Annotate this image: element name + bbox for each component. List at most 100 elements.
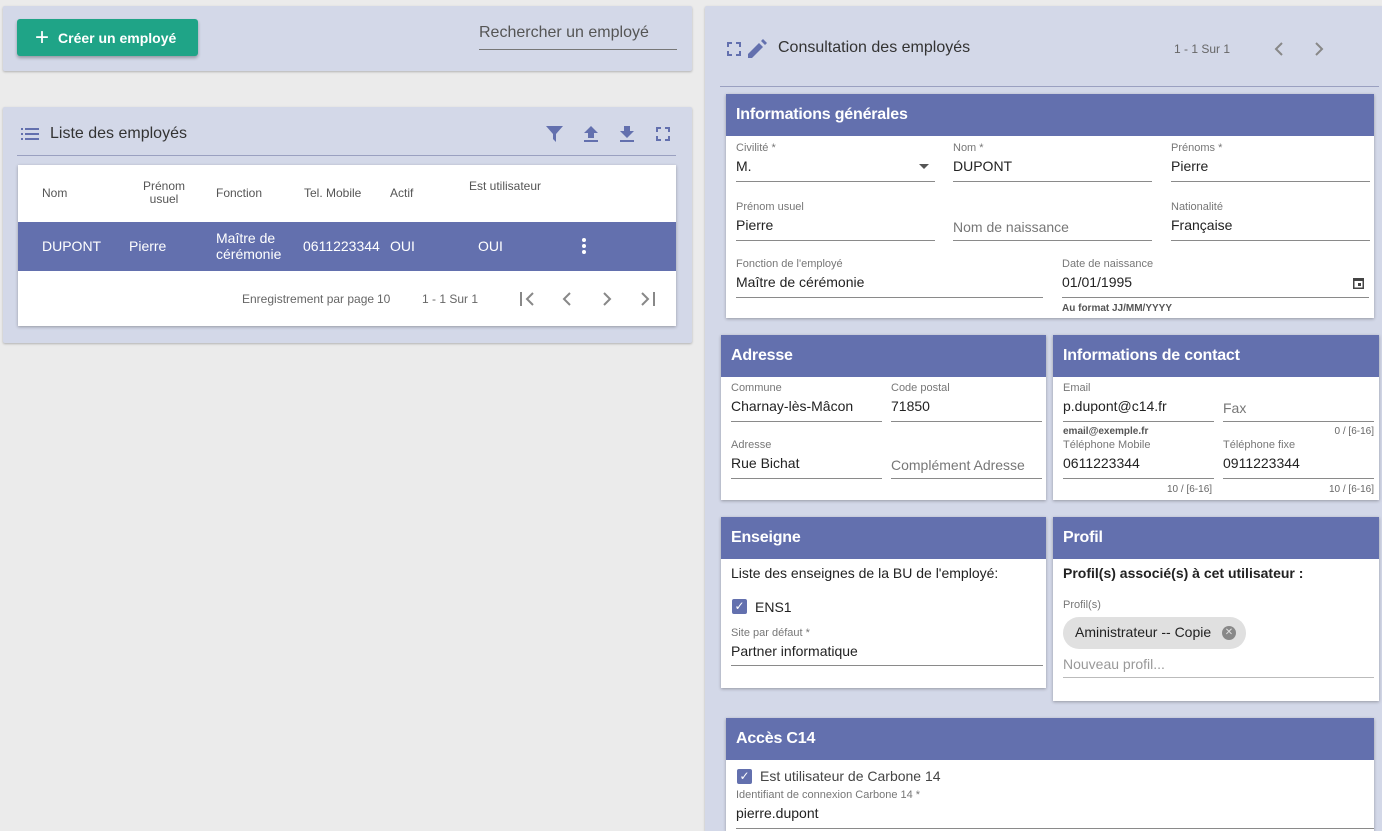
per-page-label: Enregistrement par page bbox=[242, 292, 375, 306]
email-hint: email@exemple.fr bbox=[1063, 426, 1149, 437]
calendar-icon[interactable] bbox=[1353, 277, 1364, 289]
fixe-counter: 10 / [6-16] bbox=[1328, 484, 1374, 495]
civilite-label: Civilité * bbox=[736, 142, 776, 154]
adresse-value: Rue Bichat bbox=[731, 455, 800, 471]
nationalite-value: Française bbox=[1171, 217, 1233, 233]
cell-fonction: Maître de cérémonie bbox=[216, 230, 282, 262]
profil-card: Profil Profil(s) associé(s) à cet utilis… bbox=[1053, 517, 1379, 701]
col-header-fonction[interactable]: Fonction bbox=[216, 187, 262, 200]
acces-c14-header: Accès C14 bbox=[726, 718, 1374, 760]
fonction-label: Fonction de l'employé bbox=[736, 258, 843, 270]
search-placeholder: Rechercher un employé bbox=[479, 24, 649, 41]
next-page-icon[interactable] bbox=[601, 292, 613, 306]
detail-title-divider bbox=[720, 86, 1379, 87]
nom-naissance-placeholder: Nom de naissance bbox=[953, 219, 1069, 235]
complement-adresse-placeholder: Complément Adresse bbox=[891, 457, 1025, 473]
email-field[interactable]: Email p.dupont@c14.fr bbox=[1063, 382, 1214, 422]
search-employee-input[interactable]: Rechercher un employé bbox=[479, 24, 677, 50]
first-page-icon[interactable] bbox=[519, 292, 537, 306]
general-info-card: Informations générales Civilité * M. Nom… bbox=[726, 94, 1374, 318]
cell-prenom: Pierre bbox=[129, 238, 167, 254]
prenom-usuel-label: Prénom usuel bbox=[736, 201, 804, 213]
enseigne-header: Enseigne bbox=[721, 517, 1046, 559]
col-header-prenom[interactable]: Prénom usuel bbox=[138, 180, 190, 206]
nom-field[interactable]: Nom * DUPONT bbox=[953, 142, 1152, 182]
new-profil-input[interactable]: Nouveau profil... bbox=[1063, 656, 1374, 678]
site-defaut-select[interactable]: Site par défaut * Partner informatique bbox=[731, 627, 1043, 666]
col-header-utilisateur[interactable]: Est utilisateur bbox=[468, 180, 542, 193]
dropdown-arrow-icon bbox=[919, 164, 929, 169]
fixe-value: 0911223344 bbox=[1223, 455, 1300, 471]
mobile-label: Téléphone Mobile bbox=[1063, 439, 1151, 451]
enseigne-subtitle: Liste des enseignes de la BU de l'employ… bbox=[731, 565, 999, 581]
download-icon[interactable] bbox=[619, 126, 635, 143]
prev-page-icon[interactable] bbox=[561, 292, 573, 306]
contact-header: Informations de contact bbox=[1053, 335, 1379, 377]
email-label: Email bbox=[1063, 382, 1091, 394]
checkbox-ens1[interactable]: ✓ bbox=[732, 599, 747, 614]
col-header-actif[interactable]: Actif bbox=[390, 187, 413, 200]
next-record-icon[interactable] bbox=[1313, 42, 1325, 56]
est-utilisateur-label: Est utilisateur de Carbone 14 bbox=[760, 768, 941, 784]
profil-chip[interactable]: Aministrateur -- Copie ✕ bbox=[1063, 617, 1246, 649]
prenoms-value: Pierre bbox=[1171, 158, 1209, 174]
date-naissance-field[interactable]: Date de naissance 01/01/1995 bbox=[1062, 258, 1369, 298]
commune-value: Charnay-lès-Mâcon bbox=[731, 398, 854, 414]
commune-label: Commune bbox=[731, 382, 782, 394]
prev-record-icon[interactable] bbox=[1273, 42, 1285, 56]
mobile-field[interactable]: Téléphone Mobile 0611223344 bbox=[1063, 439, 1214, 479]
prenom-usuel-field[interactable]: Prénom usuel Pierre bbox=[736, 201, 935, 241]
fullscreen-icon[interactable] bbox=[656, 127, 670, 141]
fax-field[interactable]: Fax bbox=[1223, 382, 1374, 422]
more-vert-icon[interactable] bbox=[582, 238, 586, 254]
cell-nom: DUPONT bbox=[42, 238, 102, 254]
new-profil-placeholder: Nouveau profil... bbox=[1063, 656, 1165, 672]
fixe-field[interactable]: Téléphone fixe 0911223344 bbox=[1223, 439, 1374, 479]
date-naissance-value: 01/01/1995 bbox=[1062, 274, 1133, 290]
checkbox-est-utilisateur[interactable]: ✓ bbox=[737, 769, 752, 784]
upload-icon[interactable] bbox=[583, 126, 599, 143]
col-header-mobile[interactable]: Tel. Mobile bbox=[304, 187, 361, 200]
code-postal-field[interactable]: Code postal 71850 bbox=[891, 382, 1042, 422]
adresse-field[interactable]: Adresse Rue Bichat bbox=[731, 439, 882, 479]
create-employee-label: Créer un employé bbox=[58, 29, 177, 46]
filter-icon[interactable] bbox=[546, 126, 563, 142]
remove-chip-icon[interactable]: ✕ bbox=[1222, 626, 1236, 640]
create-employee-button[interactable]: + Créer un employé bbox=[17, 19, 198, 56]
employee-table: Nom Prénom usuel Fonction Tel. Mobile Ac… bbox=[18, 165, 676, 326]
adresse-header: Adresse bbox=[721, 335, 1046, 377]
site-defaut-label: Site par défaut * bbox=[731, 627, 810, 639]
enseigne-card: Enseigne Liste des enseignes de la BU de… bbox=[721, 517, 1046, 688]
contact-card: Informations de contact Email p.dupont@c… bbox=[1053, 335, 1379, 500]
civilite-select[interactable]: Civilité * M. bbox=[736, 142, 935, 182]
nom-naissance-field[interactable]: Nom de naissance bbox=[953, 201, 1152, 241]
edit-icon[interactable] bbox=[748, 39, 767, 58]
code-postal-value: 71850 bbox=[891, 398, 930, 414]
login-field[interactable]: Identifiant de connexion Carbone 14 * pi… bbox=[736, 789, 1374, 829]
table-row[interactable]: DUPONT Pierre Maître de cérémonie 061122… bbox=[18, 222, 676, 271]
fax-placeholder: Fax bbox=[1223, 400, 1247, 416]
commune-field[interactable]: Commune Charnay-lès-Mâcon bbox=[731, 382, 882, 422]
detail-title: Consultation des employés bbox=[778, 39, 971, 56]
prenoms-label: Prénoms * bbox=[1171, 142, 1223, 154]
general-info-header: Informations générales bbox=[726, 94, 1374, 136]
profil-header: Profil bbox=[1053, 517, 1379, 559]
adresse-label: Adresse bbox=[731, 439, 772, 451]
per-page-select[interactable]: 10 bbox=[377, 292, 390, 306]
civilite-value: M. bbox=[736, 158, 752, 174]
prenoms-field[interactable]: Prénoms * Pierre bbox=[1171, 142, 1370, 182]
last-page-icon[interactable] bbox=[638, 292, 656, 306]
list-title-divider bbox=[17, 155, 676, 156]
ens1-label: ENS1 bbox=[755, 599, 792, 615]
login-label: Identifiant de connexion Carbone 14 * bbox=[736, 789, 921, 801]
complement-adresse-field[interactable]: Complément Adresse bbox=[891, 439, 1042, 479]
nationalite-field[interactable]: Nationalité Française bbox=[1171, 201, 1370, 241]
fullscreen-icon[interactable] bbox=[727, 42, 741, 56]
mobile-value: 0611223344 bbox=[1063, 455, 1140, 471]
detail-range: 1 - 1 Sur 1 bbox=[1174, 42, 1231, 56]
date-naissance-label: Date de naissance bbox=[1062, 258, 1154, 270]
col-header-nom[interactable]: Nom bbox=[42, 187, 67, 200]
plus-icon: + bbox=[35, 23, 50, 51]
fonction-field[interactable]: Fonction de l'employé Maître de cérémoni… bbox=[736, 258, 1043, 298]
fixe-label: Téléphone fixe bbox=[1223, 439, 1296, 451]
